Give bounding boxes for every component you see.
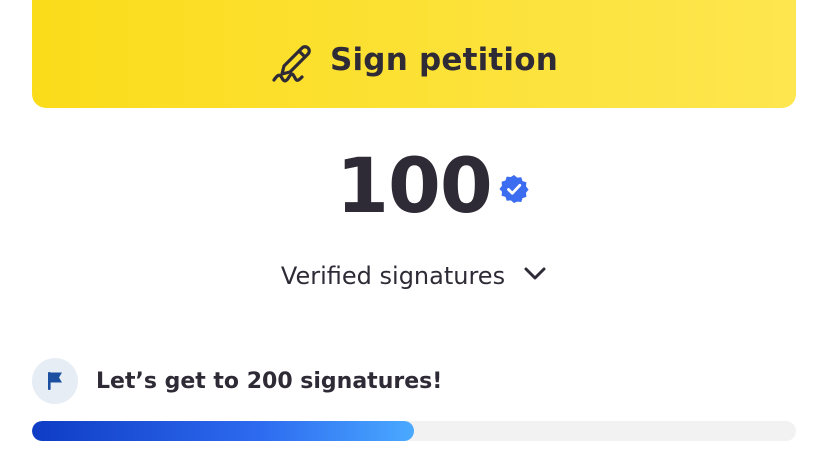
goal-text: Let’s get to 200 signatures!	[96, 368, 443, 394]
signature-goal: Let’s get to 200 signatures!	[32, 358, 442, 404]
signature-count-value: 100	[336, 141, 493, 230]
goal-progress-bar	[32, 421, 796, 441]
signature-count-area: 100	[0, 148, 828, 224]
verified-signatures-label: Verified signatures	[280, 262, 506, 290]
sign-petition-label: Sign petition	[329, 42, 559, 78]
petition-panel: Sign petition 100 Verified signatures Le…	[0, 0, 828, 465]
signature-count: 100	[336, 148, 529, 224]
goal-progress-fill	[32, 421, 414, 441]
flag-icon	[32, 358, 78, 404]
sign-petition-content: Sign petition	[270, 36, 558, 84]
sign-petition-button[interactable]: Sign petition	[32, 0, 796, 108]
chevron-down-icon	[523, 266, 547, 286]
verified-signatures-toggle[interactable]: Verified signatures	[0, 262, 828, 290]
pen-signature-icon	[270, 36, 318, 84]
verified-check-icon	[498, 141, 530, 217]
